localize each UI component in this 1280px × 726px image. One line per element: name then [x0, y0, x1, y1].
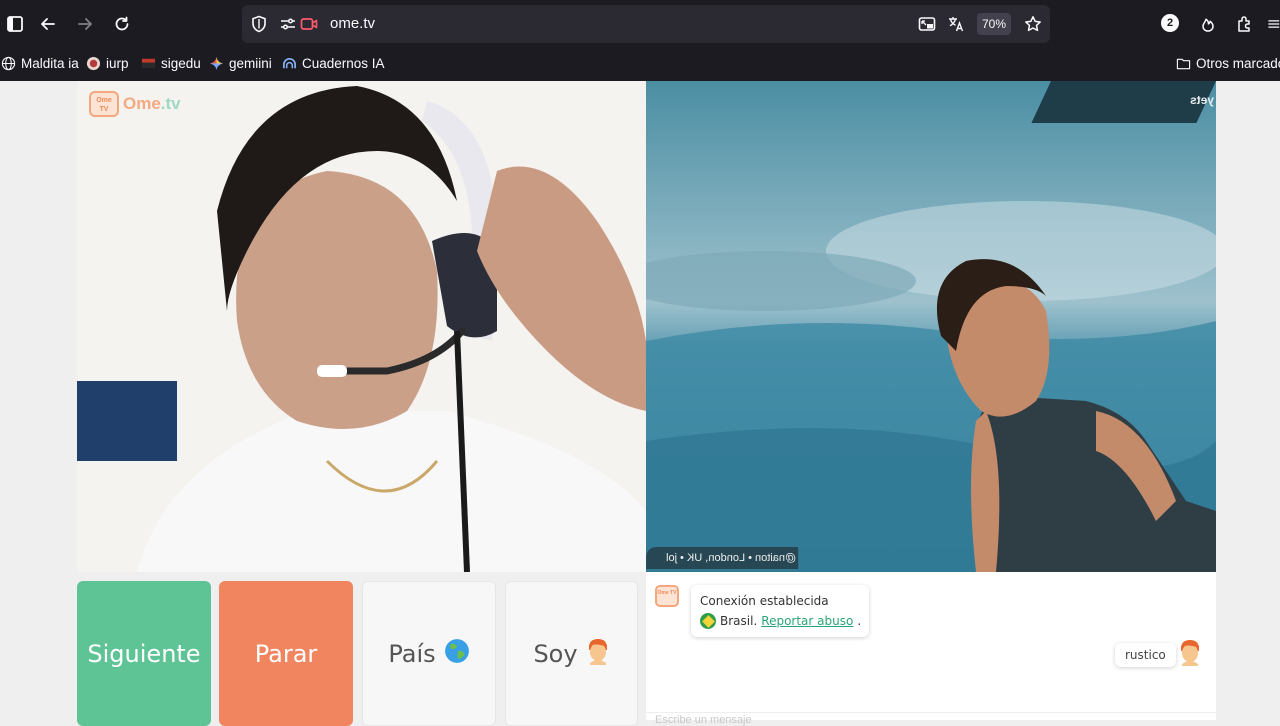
notification-badge[interactable]: 2 [1161, 14, 1179, 32]
partner-name-bubble: rustico [1115, 643, 1176, 667]
translate-icon[interactable] [947, 15, 965, 33]
extensions-icon[interactable] [1230, 9, 1260, 39]
bookmark-cuadernos-ia[interactable]: Cuadernos IA [282, 56, 385, 71]
sidebar-toggle-icon[interactable] [0, 9, 30, 39]
globe-icon [444, 638, 470, 670]
next-button-label: Siguiente [87, 639, 201, 668]
ometv-logo-badge: Ome TV [89, 91, 119, 117]
bookmark-maldita-ia[interactable]: Maldita ia [1, 56, 79, 71]
picture-in-picture-icon[interactable] [918, 15, 936, 33]
folder-icon [1176, 56, 1191, 71]
bookmarks-bar: Maldita ia iurp sigedu gemiini Cuadernos… [0, 48, 1280, 81]
partner-country-text: Brasil. [720, 614, 758, 628]
ometv-page: Ome TV Ome.tv yets @naiton • London, UK … [0, 81, 1280, 726]
iam-button-label: Soy [533, 639, 578, 668]
report-abuse-link[interactable]: Reportar abuso [761, 611, 853, 631]
shield-icon[interactable] [250, 15, 268, 33]
forward-icon[interactable] [70, 9, 100, 39]
next-button[interactable]: Siguiente [77, 581, 211, 726]
country-filter-button[interactable]: País [362, 581, 496, 726]
video-corner-text: yets [1189, 93, 1214, 107]
stop-button-label: Parar [254, 639, 318, 668]
bookmark-label: Otros marcador [1196, 56, 1280, 71]
camera-sharing-icon[interactable] [300, 15, 318, 33]
permissions-icon[interactable] [279, 15, 297, 33]
bookmark-iurp[interactable]: iurp [86, 56, 129, 71]
globe-icon [1, 56, 16, 71]
bookmark-star-icon[interactable] [1024, 15, 1042, 33]
ometv-logo[interactable]: Ome TV Ome.tv [89, 91, 181, 117]
gemini-sparkle-icon [209, 56, 224, 71]
report-suffix: . [857, 614, 862, 628]
menu-icon[interactable] [1266, 9, 1280, 39]
address-bar[interactable]: ome.tv 70% [242, 5, 1050, 43]
brazil-flag-icon [700, 613, 716, 629]
local-video-feed: Ome TV Ome.tv [77, 81, 646, 572]
partner-avatar-icon [1177, 638, 1203, 666]
reload-icon[interactable] [107, 9, 137, 39]
chat-message-input[interactable]: Escribe un mensaje [655, 714, 752, 726]
i-am-gender-button[interactable]: Soy [505, 581, 638, 726]
url-text[interactable]: ome.tv [330, 15, 375, 32]
bookmark-label: sigedu [161, 56, 201, 71]
connection-status-text: Conexión establecida [700, 594, 829, 608]
chat-panel: Ome TV Conexión establecida Brasil. Repo… [646, 572, 1216, 726]
site-favicon [86, 56, 101, 71]
ometv-chat-logo-icon: Ome TV [655, 585, 679, 607]
country-button-label: País [388, 639, 436, 668]
zoom-level-button[interactable]: 70% [977, 13, 1011, 35]
bookmark-sigedu[interactable]: sigedu [141, 56, 201, 71]
bookmark-gemiini[interactable]: gemiini [209, 56, 272, 71]
browser-toolbar: ome.tv 70% 2 [0, 0, 1280, 48]
other-bookmarks-folder[interactable]: Otros marcador [1176, 56, 1280, 71]
remote-camera-image [646, 81, 1216, 572]
local-camera-image [77, 81, 646, 572]
bookmark-label: Cuadernos IA [302, 56, 385, 71]
site-favicon [141, 56, 156, 71]
stop-button[interactable]: Parar [219, 581, 353, 726]
boy-avatar-icon [586, 637, 610, 671]
bookmark-label: gemiini [229, 56, 272, 71]
bookmark-label: iurp [106, 56, 129, 71]
remote-video-feed: yets @naiton • London, UK • jol [646, 81, 1216, 572]
bookmark-label: Maldita ia [21, 56, 79, 71]
ometv-logo-text: Ome.tv [123, 94, 181, 113]
system-message-bubble: Conexión establecida Brasil. Reportar ab… [691, 585, 870, 637]
fire-icon[interactable] [1193, 9, 1223, 39]
notebook-icon [282, 56, 297, 71]
video-corner-overlay [1031, 81, 1216, 123]
back-icon[interactable] [33, 9, 63, 39]
video-caption-overlay: @naiton • London, UK • jol [646, 547, 799, 569]
